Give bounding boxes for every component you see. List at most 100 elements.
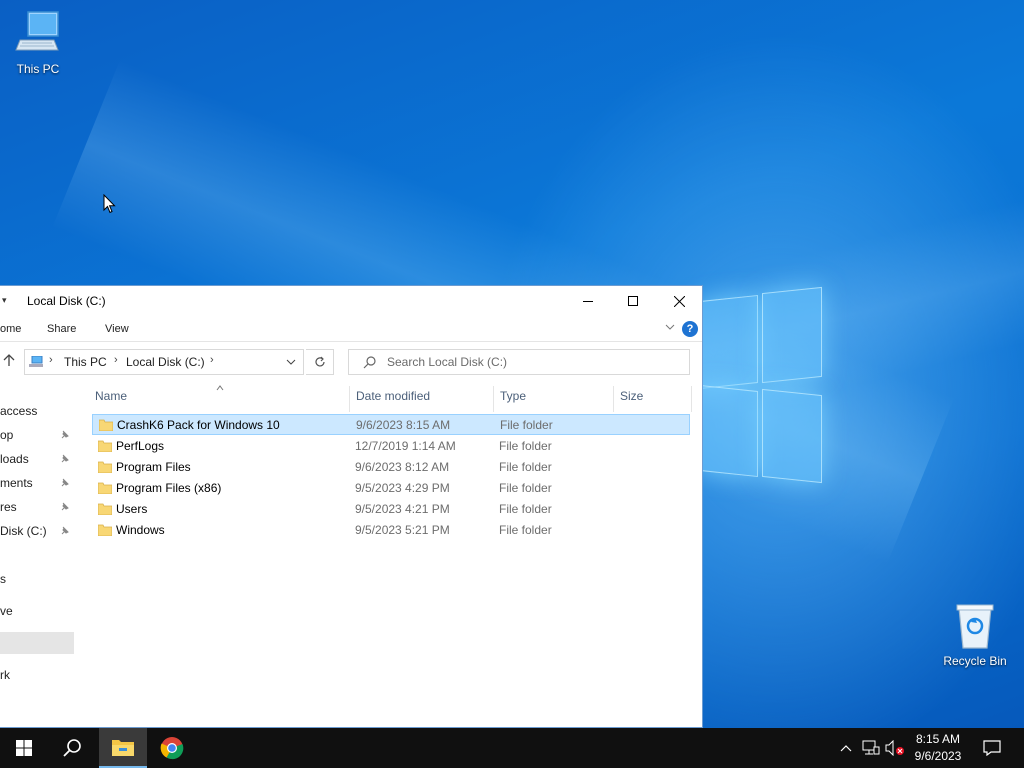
mouse-cursor-icon [103,193,116,217]
computer-icon [14,10,62,58]
file-row-perflogs[interactable]: PerfLogs 12/7/2019 1:14 AM File folder [92,436,690,457]
nav-item-network[interactable]: rk [0,664,74,686]
network-tray[interactable] [860,728,882,768]
notification-icon [983,740,1001,756]
folder-icon [97,460,113,476]
nav-item-local-disk[interactable]: Disk (C:) [0,520,74,542]
file-name: Users [116,502,148,516]
minimize-icon [583,301,593,302]
file-explorer-window: ▾ Local Disk (C:) ome Share View ? › Thi… [0,285,703,728]
breadcrumb-chevron-icon[interactable]: › [210,354,214,366]
nav-item-this-pc[interactable] [0,632,74,654]
folder-icon [97,502,113,518]
nav-item-quick-access[interactable]: access [0,400,74,422]
nav-item-documents[interactable]: ments [0,472,74,494]
refresh-button[interactable] [306,349,334,375]
desktop-icon-this-pc[interactable]: This PC [0,10,76,76]
file-type: File folder [499,502,552,516]
nav-item-label: ve [0,604,13,618]
volume-muted-icon [885,740,904,756]
folder-icon [97,439,113,455]
file-type: File folder [499,523,552,537]
navigation-pane: access op loads ments res Disk (C:) s ve… [0,380,75,727]
tab-home[interactable]: ome [0,323,21,335]
pin-icon [60,453,70,467]
window-title: Local Disk (C:) [27,294,106,308]
file-name: Program Files (x86) [116,481,222,495]
file-row-program-files[interactable]: Program Files 9/6/2023 8:12 AM File fold… [92,457,690,478]
nav-item-partial[interactable] [0,544,74,566]
tab-view[interactable]: View [105,323,129,335]
taskbar-chrome[interactable] [148,728,196,768]
file-row-crashk6[interactable]: CrashK6 Pack for Windows 10 9/6/2023 8:1… [92,414,690,435]
close-button[interactable] [656,286,702,316]
start-button[interactable] [0,728,48,768]
network-icon [862,740,880,755]
up-arrow-icon[interactable] [2,353,16,370]
file-type: File folder [499,460,552,474]
action-center-button[interactable] [978,728,1006,768]
desktop-icon-label: Recycle Bin [943,654,1007,668]
file-explorer-icon [112,740,134,756]
breadcrumb-chevron-icon[interactable]: › [114,354,118,366]
column-header-name[interactable]: Name [88,380,349,412]
title-bar: ▾ Local Disk (C:) [0,286,702,316]
clock-time: 8:15 AM [915,732,961,746]
recycle-bin-icon [951,602,999,650]
address-row: › This PC › Local Disk (C:) › [0,342,702,380]
column-header-date-modified[interactable]: Date modified [350,380,494,412]
nav-item-pictures[interactable]: res [0,496,74,518]
quick-access-dropdown-icon[interactable]: ▾ [2,295,7,306]
volume-tray[interactable] [884,728,906,768]
breadcrumb-this-pc[interactable]: This PC [64,355,107,369]
help-icon[interactable]: ? [682,321,698,337]
file-row-windows[interactable]: Windows 9/5/2023 5:21 PM File folder [92,520,690,541]
chevron-up-icon [840,745,852,752]
breadcrumb-local-disk[interactable]: Local Disk (C:) [126,355,205,369]
file-row-users[interactable]: Users 9/5/2023 4:21 PM File folder [92,499,690,520]
address-history-dropdown-icon[interactable] [285,356,297,371]
ribbon-tabs: ome Share View ? [0,316,702,342]
file-name: CrashK6 Pack for Windows 10 [117,418,280,432]
file-row-program-files-x86[interactable]: Program Files (x86) 9/5/2023 4:29 PM Fil… [92,478,690,499]
file-name: Program Files [116,460,191,474]
search-box[interactable] [348,349,690,375]
minimize-button[interactable] [565,286,611,316]
show-hidden-icons-button[interactable] [836,728,856,768]
breadcrumb-chevron-icon[interactable]: › [49,354,53,366]
column-header-type[interactable]: Type [494,380,613,412]
nav-item-partial[interactable]: s [0,568,74,590]
file-type: File folder [499,481,552,495]
nav-item-label: ments [0,476,33,490]
folder-icon [97,523,113,539]
file-date: 12/7/2019 1:14 AM [355,439,456,453]
column-header-size[interactable]: Size [614,380,692,412]
refresh-icon [314,356,325,367]
taskbar-clock[interactable]: 8:15 AM 9/6/2023 [904,731,972,765]
nav-item-downloads[interactable]: loads [0,448,74,470]
file-type: File folder [500,418,553,432]
nav-item-desktop[interactable]: op [0,424,74,446]
tab-share[interactable]: Share [47,323,76,335]
taskbar-file-explorer[interactable] [99,728,147,768]
file-date: 9/6/2023 8:15 AM [356,418,451,432]
address-bar[interactable]: › This PC › Local Disk (C:) › [24,349,304,375]
nav-item-onedrive[interactable]: ve [0,600,74,622]
file-date: 9/5/2023 5:21 PM [355,523,450,537]
chrome-icon [160,737,184,760]
taskbar: 8:15 AM 9/6/2023 [0,728,1024,768]
search-button[interactable] [48,728,96,768]
nav-item-label: res [0,500,17,514]
file-name: Windows [116,523,165,537]
expand-ribbon-chevron-icon[interactable] [664,321,676,336]
search-input[interactable] [387,354,677,370]
nav-item-label: s [0,572,6,586]
file-date: 9/6/2023 8:12 AM [355,460,450,474]
file-name: PerfLogs [116,439,165,453]
pin-icon [60,429,70,443]
maximize-button[interactable] [610,286,656,316]
nav-item-label: rk [0,668,10,682]
close-icon [673,295,685,307]
desktop-icon-recycle-bin[interactable]: Recycle Bin [937,602,1013,668]
this-pc-small-icon [29,355,43,371]
